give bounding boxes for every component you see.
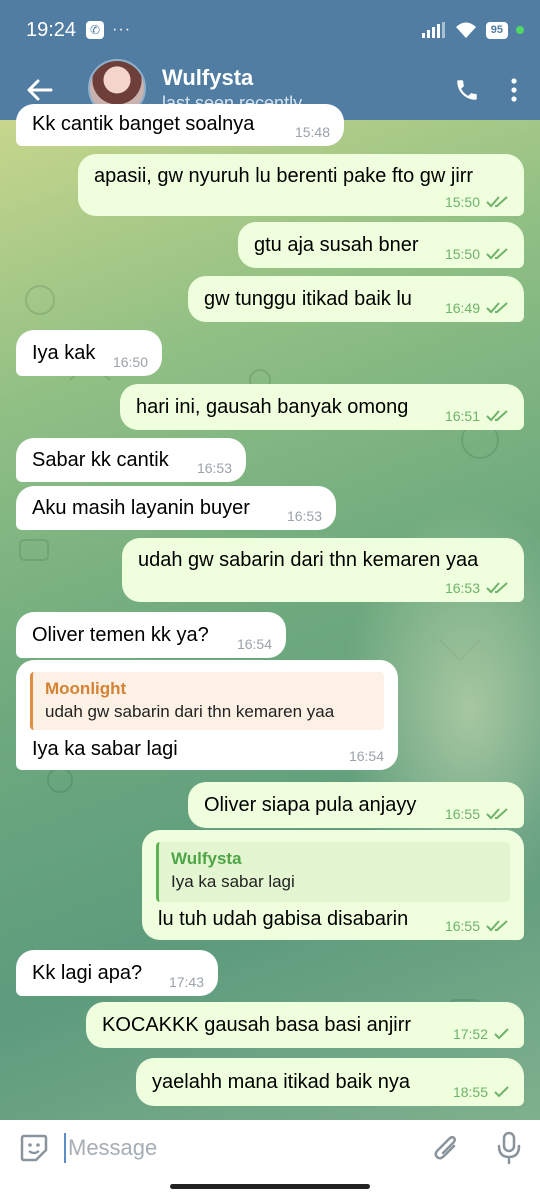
message-text: Aku masih layanin buyer <box>32 497 250 519</box>
message-text: Oliver siapa pula anjayy <box>204 794 417 816</box>
message-time: 16:50 <box>112 354 148 370</box>
status-bar: 19:24 ✆ ··· 95 <box>0 0 540 60</box>
message-text: Iya ka sabar lagi <box>32 738 178 760</box>
message-text: Kk lagi apa? <box>32 962 143 984</box>
message-text: apasii, gw nyuruh lu berenti pake fto gw… <box>94 165 474 187</box>
message-text: lu tuh udah gabisa disabarin <box>158 908 409 930</box>
single-check-icon <box>494 1028 509 1040</box>
message-meta: 18:55 <box>453 1084 510 1100</box>
message-bubble-incoming[interactable]: Kk lagi apa? 17:43 <box>16 950 218 996</box>
message-text: gw tunggu itikad baik lu <box>204 288 412 310</box>
message-text: Sabar kk cantik <box>32 449 169 471</box>
battery-icon: 95 <box>485 21 508 39</box>
message-time: 15:48 <box>294 124 330 140</box>
message-composer <box>0 1120 540 1176</box>
message-bubble-outgoing[interactable]: gtu aja susah bner 15:50 <box>238 222 524 268</box>
back-arrow-icon <box>27 79 53 101</box>
message-time: 16:53 <box>286 508 322 524</box>
reply-author: Moonlight <box>45 679 127 698</box>
wifi-icon <box>455 22 476 38</box>
message-text: gtu aja susah bner <box>254 234 419 256</box>
message-bubble-outgoing-reply[interactable]: Wulfysta Iya ka sabar lagi lu tuh udah g… <box>142 830 524 940</box>
message-bubble-incoming[interactable]: Aku masih layanin buyer 16:53 <box>16 486 336 530</box>
message-time: 16:53 <box>196 460 232 476</box>
mic-icon[interactable] <box>496 1131 522 1165</box>
single-check-icon <box>494 1086 509 1098</box>
message-bubble-outgoing[interactable]: apasii, gw nyuruh lu berenti pake fto gw… <box>78 154 524 216</box>
reply-author: Wulfysta <box>171 849 242 868</box>
message-text: Kk cantik banget soalnya <box>32 113 255 135</box>
message-text: Oliver temen kk ya? <box>32 624 209 646</box>
message-bubble-outgoing[interactable]: KOCAKKK gausah basa basi anjirr 17:52 <box>86 1002 524 1048</box>
message-time: 17:43 <box>168 974 204 990</box>
message-bubble-incoming[interactable]: Oliver temen kk ya? 16:54 <box>16 612 286 658</box>
message-bubble-outgoing[interactable]: Oliver siapa pula anjayy 16:55 <box>188 782 524 828</box>
message-time: 16:54 <box>348 748 384 764</box>
message-bubble-outgoing[interactable]: hari ini, gausah banyak omong 16:51 <box>120 384 524 430</box>
message-text: Iya kak <box>32 342 96 364</box>
message-text: hari ini, gausah banyak omong <box>136 396 409 418</box>
contact-name: Wulfysta <box>162 65 254 90</box>
message-meta: 16:51 <box>445 408 510 424</box>
message-bubble-incoming[interactable]: Iya kak 16:50 <box>16 330 162 376</box>
more-vertical-icon[interactable] <box>510 77 518 103</box>
message-meta: 16:55 <box>445 806 510 822</box>
reply-quote[interactable]: Moonlight udah gw sabarin dari thn kemar… <box>30 672 384 730</box>
message-bubble-incoming-reply[interactable]: Moonlight udah gw sabarin dari thn kemar… <box>16 660 398 770</box>
more-notifications-indicator: ··· <box>112 21 132 38</box>
message-meta: 15:50 <box>445 194 510 210</box>
home-gesture-handle[interactable] <box>170 1184 370 1189</box>
double-check-icon <box>486 410 508 422</box>
privacy-indicator-dot <box>516 26 524 34</box>
signal-icon <box>421 22 445 38</box>
reply-quote[interactable]: Wulfysta Iya ka sabar lagi <box>156 842 510 902</box>
whatsapp-icon: ✆ <box>86 21 105 39</box>
message-text: yaelahh mana itikad baik nya <box>152 1071 410 1093</box>
double-check-icon <box>486 248 508 260</box>
reply-text: udah gw sabarin dari thn kemaren yaa <box>45 702 335 721</box>
message-bubble-incoming[interactable]: Kk cantik banget soalnya 15:48 <box>16 104 344 146</box>
reply-text: Iya ka sabar lagi <box>171 872 295 891</box>
message-meta: 17:52 <box>453 1026 510 1042</box>
message-time: 16:54 <box>236 636 272 652</box>
message-bubble-outgoing[interactable]: udah gw sabarin dari thn kemaren yaa 16:… <box>122 538 524 602</box>
message-bubble-incoming[interactable]: Sabar kk cantik 16:53 <box>16 438 246 482</box>
message-text: KOCAKKK gausah basa basi anjirr <box>102 1014 412 1036</box>
sticker-icon[interactable] <box>18 1132 50 1164</box>
double-check-icon <box>486 302 508 314</box>
message-input[interactable] <box>66 1134 400 1162</box>
phone-icon[interactable] <box>454 77 480 103</box>
double-check-icon <box>486 196 508 208</box>
system-nav-bar <box>0 1176 540 1200</box>
status-time: 19:24 <box>26 18 77 41</box>
attach-icon[interactable] <box>432 1132 462 1164</box>
message-bubble-outgoing[interactable]: yaelahh mana itikad baik nya 18:55 <box>136 1058 524 1106</box>
double-check-icon <box>486 582 508 594</box>
message-bubble-outgoing[interactable]: gw tunggu itikad baik lu 16:49 <box>188 276 524 322</box>
message-meta: 16:49 <box>445 300 510 316</box>
double-check-icon <box>486 808 508 820</box>
message-meta: 15:50 <box>445 246 510 262</box>
message-meta: 16:55 <box>445 918 510 934</box>
double-check-icon <box>486 920 508 932</box>
message-text: udah gw sabarin dari thn kemaren yaa <box>138 549 479 571</box>
message-meta: 16:53 <box>445 580 510 596</box>
